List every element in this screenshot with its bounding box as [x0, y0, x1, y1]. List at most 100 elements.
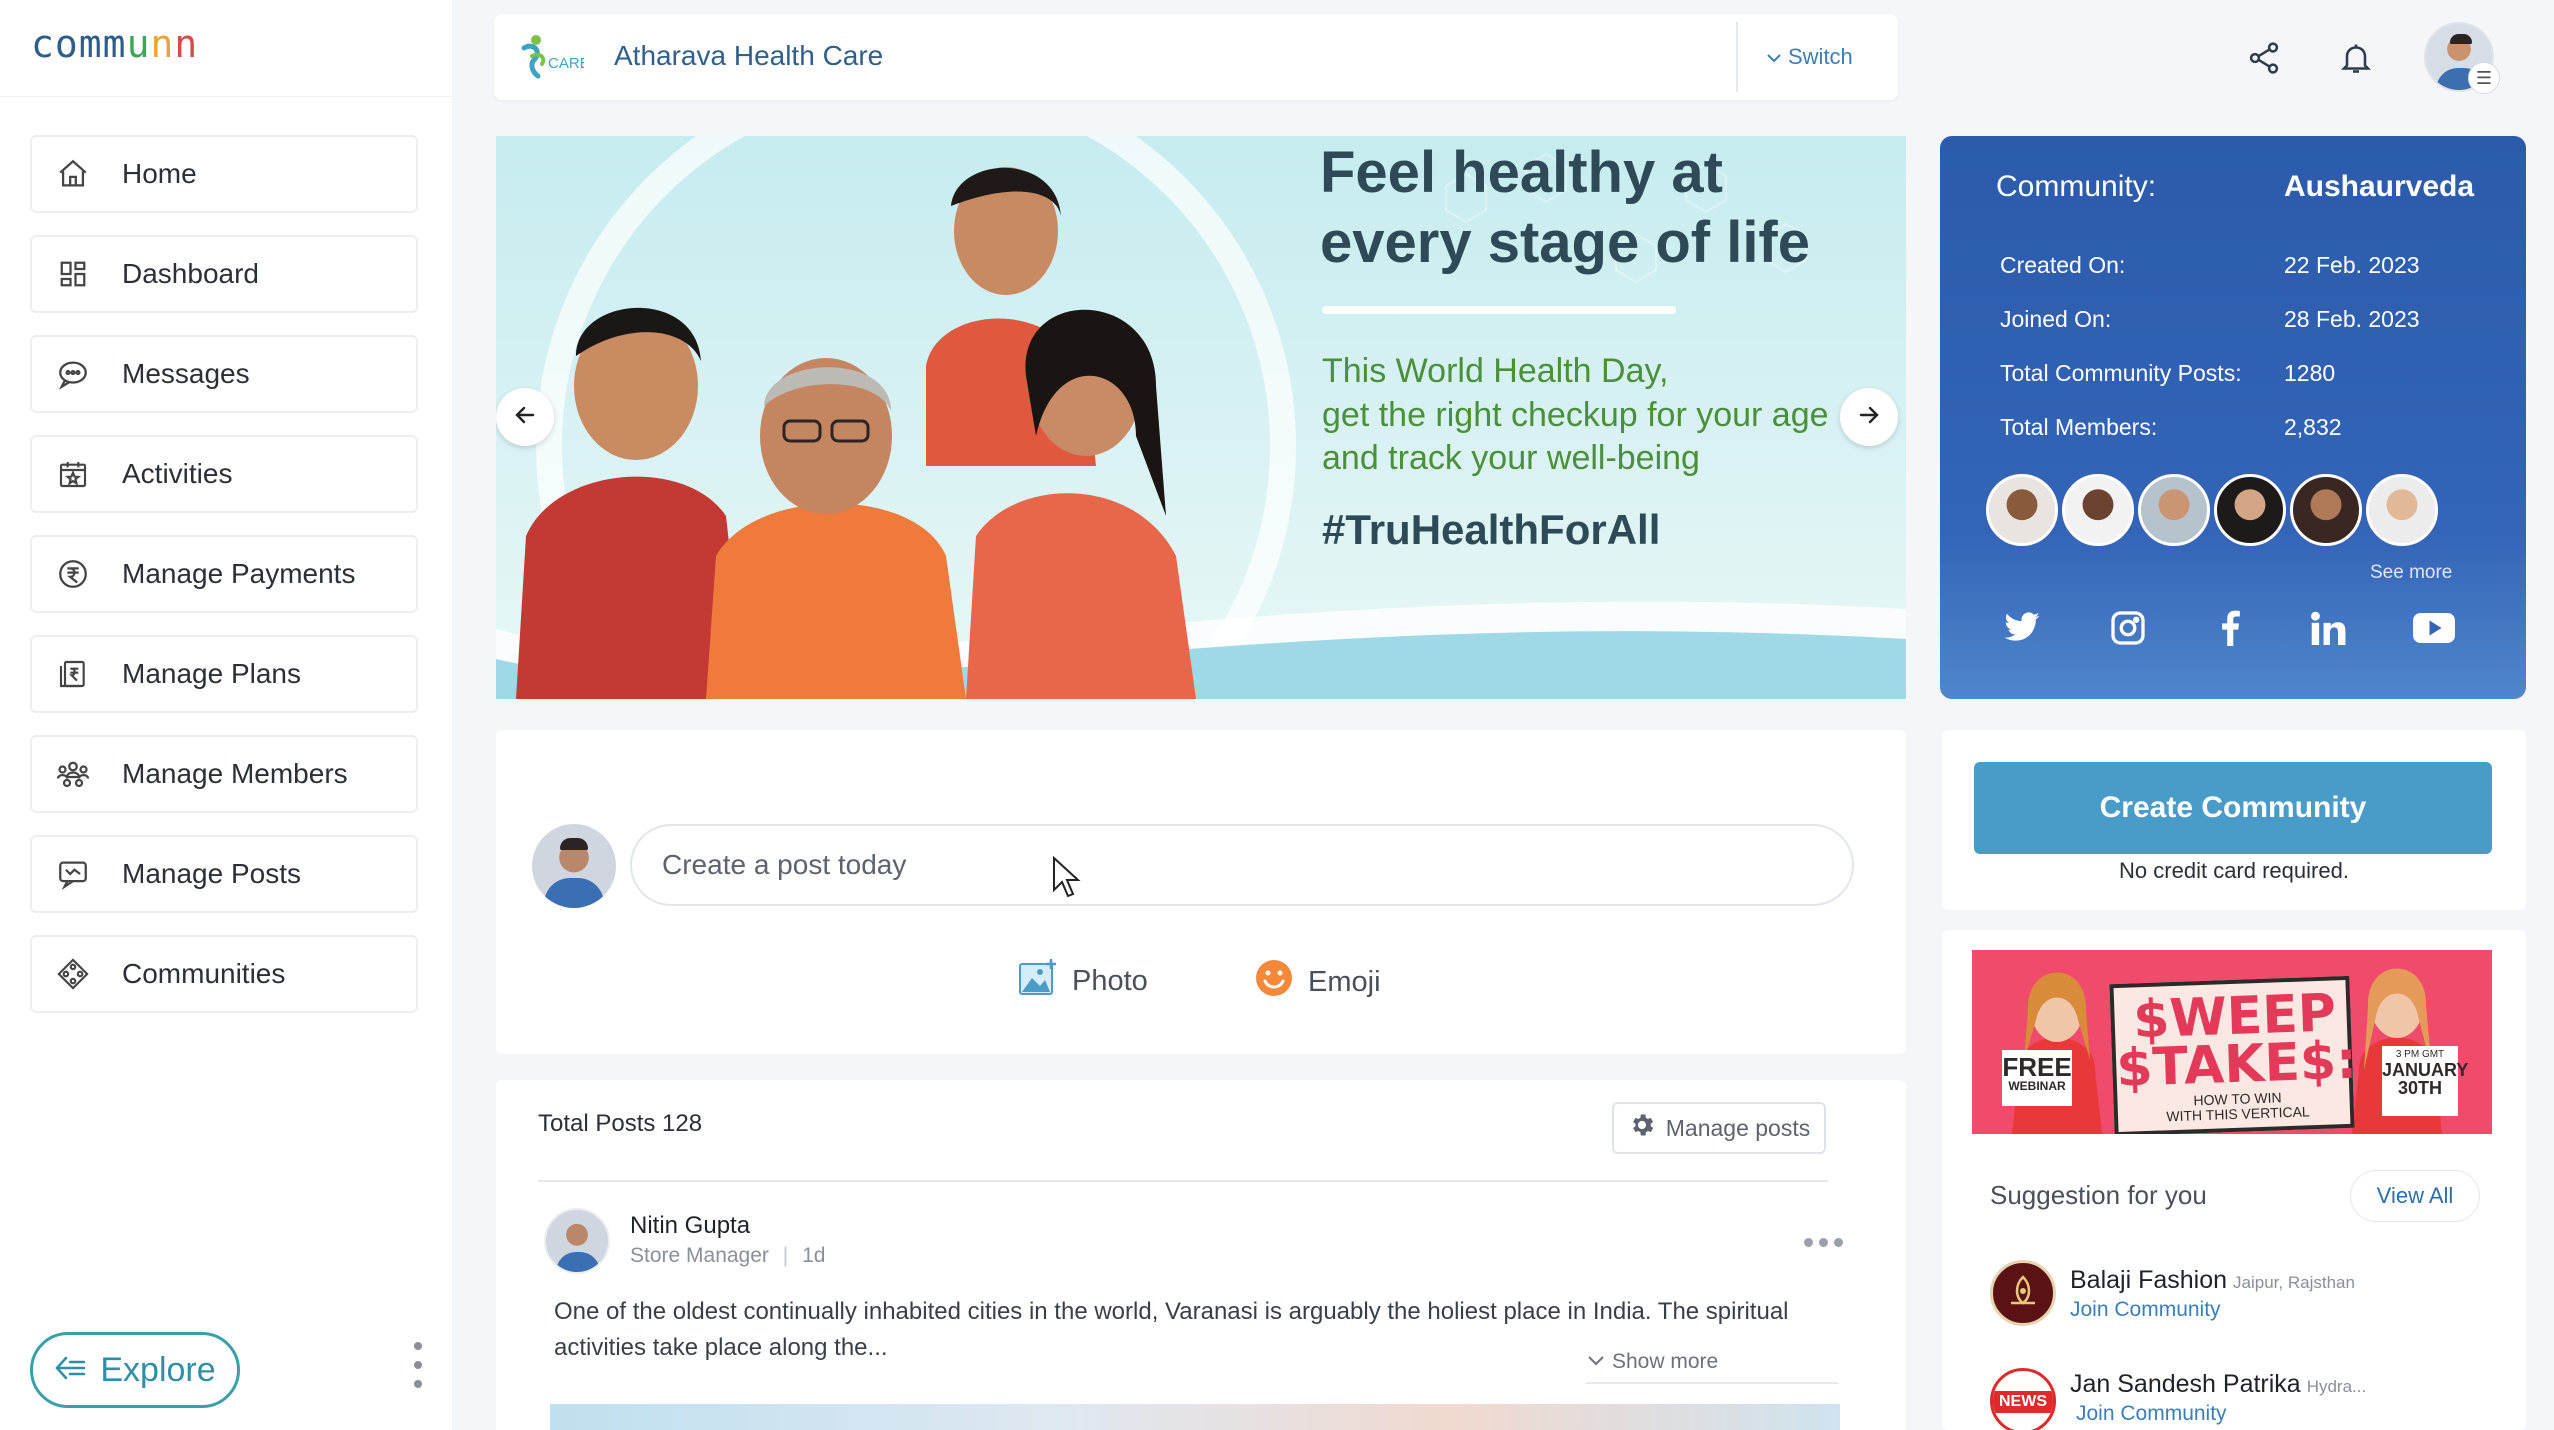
post-image[interactable]	[550, 1404, 1840, 1430]
manage-posts-button[interactable]: Manage posts	[1612, 1102, 1826, 1154]
current-user-avatar	[532, 824, 616, 908]
sidebar-item-dashboard[interactable]: Dashboard	[30, 235, 418, 313]
logo-letter: n	[174, 22, 199, 66]
ad-sweepstakes-card: $WEEP $TAKE$: HOW TO WIN WITH THIS VERTI…	[2109, 975, 2358, 1134]
sidebar-item-manage-posts[interactable]: Manage Posts	[30, 835, 418, 913]
members-icon	[54, 755, 92, 793]
sidebar-item-manage-plans[interactable]: Manage Plans	[30, 635, 418, 713]
sidebar-item-messages[interactable]: Messages	[30, 335, 418, 413]
avatar-menu-icon[interactable]: ☰	[2468, 62, 2500, 94]
twitter-icon[interactable]	[2000, 606, 2044, 650]
show-more-label: Show more	[1612, 1350, 1719, 1373]
joined-on-value: 28 Feb. 2023	[2284, 306, 2420, 332]
posts-icon	[54, 855, 92, 893]
sweepstakes-ad-banner[interactable]: $WEEP $TAKE$: HOW TO WIN WITH THIS VERTI…	[1972, 950, 2492, 1134]
meta-separator: |	[782, 1244, 789, 1267]
total-posts-count: Total Posts 128	[538, 1110, 703, 1137]
create-community-button[interactable]: Create Community	[1974, 762, 2492, 854]
suggestion-name[interactable]: Jan Sandesh Patrika Hydra...	[2070, 1370, 2366, 1399]
more-options-icon[interactable]	[412, 1342, 424, 1388]
family-photo	[516, 167, 1196, 699]
suggestion-location: Jaipur, Rajsthan	[2233, 1273, 2355, 1292]
join-community-link[interactable]: Join Community	[2076, 1402, 2227, 1426]
manage-posts-label: Manage posts	[1665, 1114, 1811, 1141]
sidebar-item-home[interactable]: Home	[30, 135, 418, 213]
share-icon[interactable]	[2244, 38, 2284, 78]
explore-label: Explore	[100, 1350, 216, 1389]
svg-text:CARE: CARE	[548, 55, 584, 72]
sidebar-item-manage-members[interactable]: Manage Members	[30, 735, 418, 813]
facebook-icon[interactable]	[2208, 606, 2252, 650]
member-avatar[interactable]	[2214, 474, 2286, 546]
logo-letter: n	[150, 22, 175, 66]
explore-button[interactable]: Explore	[30, 1332, 240, 1408]
plans-icon	[54, 655, 92, 693]
community-info-card: Community: Aushaurveda Created On: 22 Fe…	[1940, 136, 2526, 699]
ad-headline-line2: $TAKE$:	[2115, 1030, 2358, 1099]
total-members-value: 2,832	[2284, 414, 2342, 440]
explore-arrow-icon	[54, 1351, 86, 1390]
instagram-icon[interactable]	[2106, 606, 2150, 650]
chevron-down-icon	[1586, 1350, 1606, 1374]
banner-hashtag: #TruHealthForAll	[1322, 506, 1661, 553]
post-author-avatar[interactable]	[544, 1208, 610, 1274]
organization-bar: CARE Atharava Health Care Switch	[494, 14, 1898, 100]
youtube-icon[interactable]	[2412, 606, 2456, 650]
show-more-button[interactable]: Show more	[1586, 1350, 1718, 1374]
news-logo-text: NEWS	[1993, 1391, 2053, 1413]
sidebar-item-label: Manage Members	[122, 758, 348, 789]
photo-icon	[1018, 958, 1058, 1004]
balaji-fashion-logo[interactable]	[1990, 1260, 2056, 1326]
see-more-members-link[interactable]: See more	[2370, 562, 2452, 584]
community-label: Community:	[1996, 170, 2157, 203]
add-photo-button[interactable]: Photo	[1018, 958, 1148, 1004]
member-avatar[interactable]	[2138, 474, 2210, 546]
logo-letter: m	[102, 22, 127, 66]
sidebar-item-activities[interactable]: Activities	[30, 435, 418, 513]
organization-logo: CARE	[520, 34, 590, 80]
switch-organization-button[interactable]: Switch	[1766, 44, 1853, 70]
post-author-name[interactable]: Nitin Gupta	[630, 1212, 750, 1240]
suggestion-name[interactable]: Balaji Fashion Jaipur, Rajsthan	[2070, 1266, 2355, 1295]
notification-bell-icon[interactable]	[2336, 38, 2376, 78]
no-credit-card-note: No credit card required.	[2119, 858, 2349, 883]
post-options-icon[interactable]	[1804, 1238, 1843, 1247]
linkedin-icon[interactable]	[2306, 606, 2350, 650]
sidebar-item-manage-payments[interactable]: Manage Payments	[30, 535, 418, 613]
logo-letter: o	[54, 22, 79, 66]
join-community-link[interactable]: Join Community	[2070, 1298, 2221, 1322]
ad-free-label: FREE	[2002, 1052, 2072, 1082]
activities-icon	[54, 455, 92, 493]
ad-headline: $WEEP $TAKE$:	[2114, 983, 2358, 1099]
header-divider	[1736, 22, 1738, 92]
promo-banner: Feel healthy at every stage of life This…	[496, 136, 1906, 699]
sidebar-item-label: Activities	[122, 458, 233, 489]
joined-on-label: Joined On:	[2000, 306, 2112, 332]
banner-title: Feel healthy at every stage of life	[1320, 140, 1810, 275]
ad-date-tag: 3 PM GMT JANUARY 30TH	[2382, 1046, 2468, 1116]
jan-sandesh-logo[interactable]: NEWS	[1990, 1368, 2056, 1430]
member-avatar[interactable]	[2290, 474, 2362, 546]
communn-logo[interactable]: communn	[31, 22, 198, 72]
view-all-suggestions-button[interactable]: View All	[2350, 1170, 2480, 1222]
logo-divider	[0, 96, 452, 97]
carousel-prev-button[interactable]	[496, 388, 554, 446]
arrow-left-icon	[514, 404, 536, 431]
member-avatar[interactable]	[2366, 474, 2438, 546]
sidebar-item-label: Manage Payments	[122, 558, 356, 589]
post-time: 1d	[802, 1244, 826, 1267]
mouse-cursor-icon	[1053, 856, 1081, 898]
carousel-next-button[interactable]	[1840, 388, 1898, 446]
member-avatar[interactable]	[1986, 474, 2058, 546]
create-community-card: Create Community No credit card required…	[1942, 730, 2526, 910]
member-avatar[interactable]	[2062, 474, 2134, 546]
show-more-divider	[1586, 1382, 1838, 1384]
sidebar-item-label: Manage Posts	[122, 858, 301, 889]
sidebar-ad-and-suggestions: $WEEP $TAKE$: HOW TO WIN WITH THIS VERTI…	[1942, 930, 2526, 1430]
create-post-input[interactable]: Create a post today	[630, 824, 1854, 906]
sidebar-item-communities[interactable]: Communities	[30, 935, 418, 1013]
organization-name: Atharava Health Care	[614, 40, 884, 71]
sidebar-item-label: Dashboard	[122, 258, 259, 289]
add-emoji-button[interactable]: Emoji	[1254, 958, 1381, 1006]
logo-letter: c	[31, 22, 55, 66]
